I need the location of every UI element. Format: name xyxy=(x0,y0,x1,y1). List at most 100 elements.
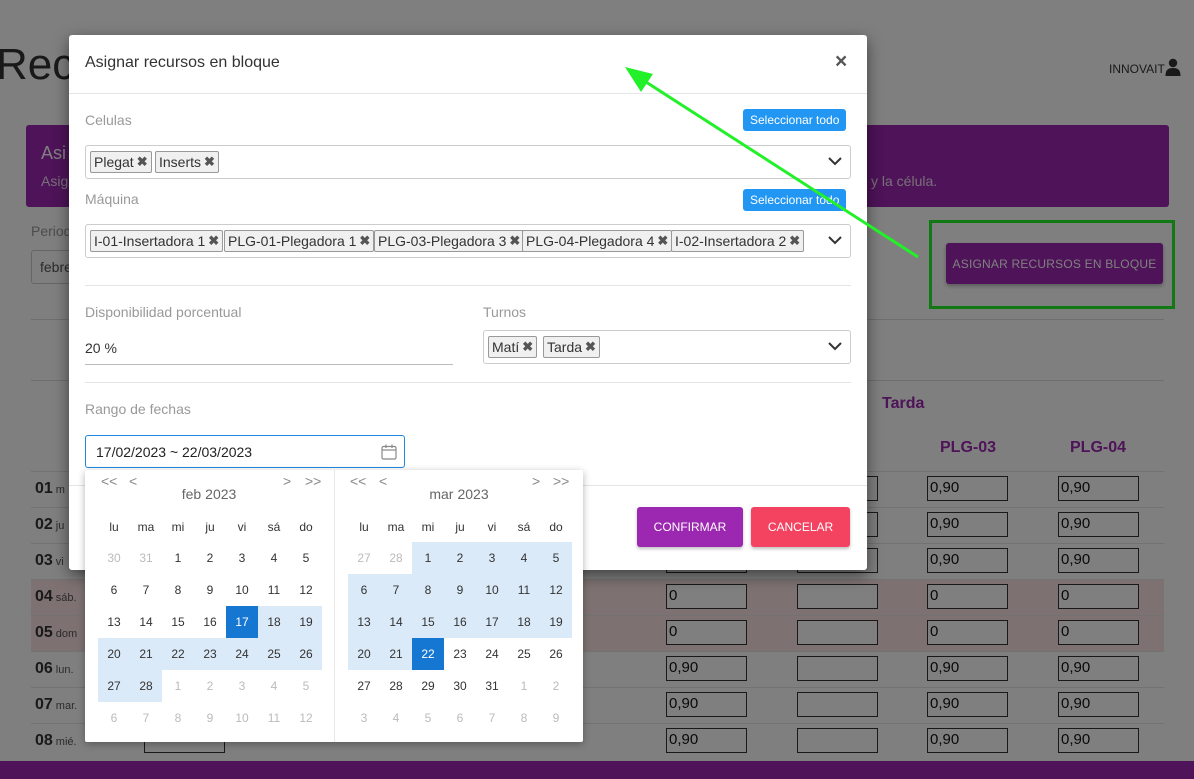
calendar-day[interactable]: 7 xyxy=(380,574,412,606)
calendar-day[interactable]: 8 xyxy=(508,702,540,734)
chip-remove-icon[interactable]: ✖ xyxy=(359,233,370,249)
calendar-day[interactable]: 5 xyxy=(290,670,322,702)
calendar-day[interactable]: 11 xyxy=(258,702,290,734)
chip-remove-icon[interactable]: ✖ xyxy=(657,233,668,249)
calendar-day[interactable]: 28 xyxy=(380,670,412,702)
calendar-day[interactable]: 14 xyxy=(380,606,412,638)
calendar-day[interactable]: 2 xyxy=(194,670,226,702)
calendar-day[interactable]: 24 xyxy=(226,638,258,670)
calendar-day[interactable]: 27 xyxy=(348,542,380,574)
calendar-day[interactable]: 26 xyxy=(290,638,322,670)
calendar-day[interactable]: 9 xyxy=(194,574,226,606)
calendar-month[interactable]: mar xyxy=(429,486,453,502)
calendar-day[interactable]: 30 xyxy=(98,542,130,574)
calendar-day[interactable]: 16 xyxy=(444,606,476,638)
calendar-day[interactable]: 20 xyxy=(98,638,130,670)
calendar-day[interactable]: 18 xyxy=(258,606,290,638)
maquina-select-all-button[interactable]: Seleccionar todo xyxy=(743,189,847,211)
calendar-day[interactable]: 11 xyxy=(508,574,540,606)
calendar-day[interactable]: 3 xyxy=(476,542,508,574)
calendar-day[interactable]: 3 xyxy=(226,670,258,702)
calendar-year[interactable]: 2023 xyxy=(205,486,236,502)
calendar-day[interactable]: 21 xyxy=(130,638,162,670)
chip-remove-icon[interactable]: ✖ xyxy=(509,233,520,249)
calendar-day[interactable]: 12 xyxy=(540,574,572,606)
calendar-day[interactable]: 15 xyxy=(162,606,194,638)
calendar-day[interactable]: 1 xyxy=(508,670,540,702)
calendar-day[interactable]: 31 xyxy=(476,670,508,702)
calendar-day[interactable]: 8 xyxy=(162,702,194,734)
calendar-day[interactable]: 7 xyxy=(130,574,162,606)
calendar-day[interactable]: 1 xyxy=(162,542,194,574)
calendar-day[interactable]: 23 xyxy=(194,638,226,670)
maquina-multiselect[interactable]: I-01-Insertadora 1 ✖ PLG-01-Plegadora 1 ✖ PL… xyxy=(85,224,851,258)
calendar-day[interactable]: 19 xyxy=(290,606,322,638)
calendar-day[interactable]: 6 xyxy=(98,702,130,734)
cancel-button[interactable]: CANCELAR xyxy=(751,507,850,547)
calendar-day[interactable]: 9 xyxy=(540,702,572,734)
calendar-day[interactable]: 8 xyxy=(162,574,194,606)
calendar-day[interactable]: 4 xyxy=(508,542,540,574)
disponibilidad-input[interactable]: 20 % xyxy=(85,340,117,356)
calendar-day[interactable]: 17 xyxy=(476,606,508,638)
calendar-day-selected[interactable]: 17 xyxy=(226,606,258,638)
calendar-icon[interactable] xyxy=(381,444,397,460)
chevron-down-icon[interactable] xyxy=(828,233,842,247)
chip-remove-icon[interactable]: ✖ xyxy=(208,233,219,249)
chevron-down-icon[interactable] xyxy=(828,339,842,353)
calendar-day[interactable]: 9 xyxy=(444,574,476,606)
calendar-day[interactable]: 2 xyxy=(444,542,476,574)
calendar-day[interactable]: 12 xyxy=(290,574,322,606)
calendar-day[interactable]: 27 xyxy=(348,670,380,702)
calendar-day[interactable]: 16 xyxy=(194,606,226,638)
calendar-day[interactable]: 28 xyxy=(130,670,162,702)
calendar-day-selected[interactable]: 22 xyxy=(412,638,444,670)
calendar-day[interactable]: 6 xyxy=(98,574,130,606)
chip-remove-icon[interactable]: ✖ xyxy=(585,339,596,355)
calendar-month[interactable]: feb xyxy=(182,486,201,502)
calendar-day[interactable]: 5 xyxy=(290,542,322,574)
chip-remove-icon[interactable]: ✖ xyxy=(522,339,533,355)
chip-remove-icon[interactable]: ✖ xyxy=(204,154,215,170)
calendar-day[interactable]: 4 xyxy=(380,702,412,734)
calendar-day[interactable]: 25 xyxy=(258,638,290,670)
calendar-year[interactable]: 2023 xyxy=(457,486,488,502)
calendar-day[interactable]: 31 xyxy=(130,542,162,574)
calendar-day[interactable]: 14 xyxy=(130,606,162,638)
date-range-input[interactable]: 17/02/2023 ~ 22/03/2023 xyxy=(85,435,405,468)
calendar-day[interactable]: 6 xyxy=(444,702,476,734)
calendar-day[interactable]: 7 xyxy=(130,702,162,734)
calendar-day[interactable]: 22 xyxy=(162,638,194,670)
calendar-day[interactable]: 30 xyxy=(444,670,476,702)
celulas-multiselect[interactable]: Plegat ✖ Inserts ✖ xyxy=(85,145,851,179)
calendar-day[interactable]: 26 xyxy=(540,638,572,670)
calendar-day[interactable]: 19 xyxy=(540,606,572,638)
calendar-day[interactable]: 7 xyxy=(476,702,508,734)
calendar-day[interactable]: 12 xyxy=(290,702,322,734)
calendar-day[interactable]: 4 xyxy=(258,542,290,574)
close-icon[interactable]: × xyxy=(835,50,847,74)
calendar-day[interactable]: 10 xyxy=(226,702,258,734)
calendar-day[interactable]: 2 xyxy=(540,670,572,702)
calendar-month-title[interactable]: mar 2023 xyxy=(335,486,583,502)
calendar-day[interactable]: 6 xyxy=(348,574,380,606)
chip-remove-icon[interactable]: ✖ xyxy=(789,233,800,249)
calendar-month-title[interactable]: feb 2023 xyxy=(85,486,333,502)
calendar-day[interactable]: 23 xyxy=(444,638,476,670)
calendar-day[interactable]: 1 xyxy=(412,542,444,574)
calendar-day[interactable]: 28 xyxy=(380,542,412,574)
celulas-select-all-button[interactable]: Seleccionar todo xyxy=(743,109,847,131)
calendar-day[interactable]: 13 xyxy=(98,606,130,638)
calendar-day[interactable]: 10 xyxy=(476,574,508,606)
calendar-day[interactable]: 8 xyxy=(412,574,444,606)
calendar-day[interactable]: 24 xyxy=(476,638,508,670)
calendar-day[interactable]: 11 xyxy=(258,574,290,606)
calendar-day[interactable]: 29 xyxy=(412,670,444,702)
calendar-day[interactable]: 1 xyxy=(162,670,194,702)
calendar-day[interactable]: 21 xyxy=(380,638,412,670)
calendar-day[interactable]: 10 xyxy=(226,574,258,606)
calendar-day[interactable]: 4 xyxy=(258,670,290,702)
calendar-day[interactable]: 20 xyxy=(348,638,380,670)
calendar-day[interactable]: 3 xyxy=(226,542,258,574)
calendar-day[interactable]: 9 xyxy=(194,702,226,734)
